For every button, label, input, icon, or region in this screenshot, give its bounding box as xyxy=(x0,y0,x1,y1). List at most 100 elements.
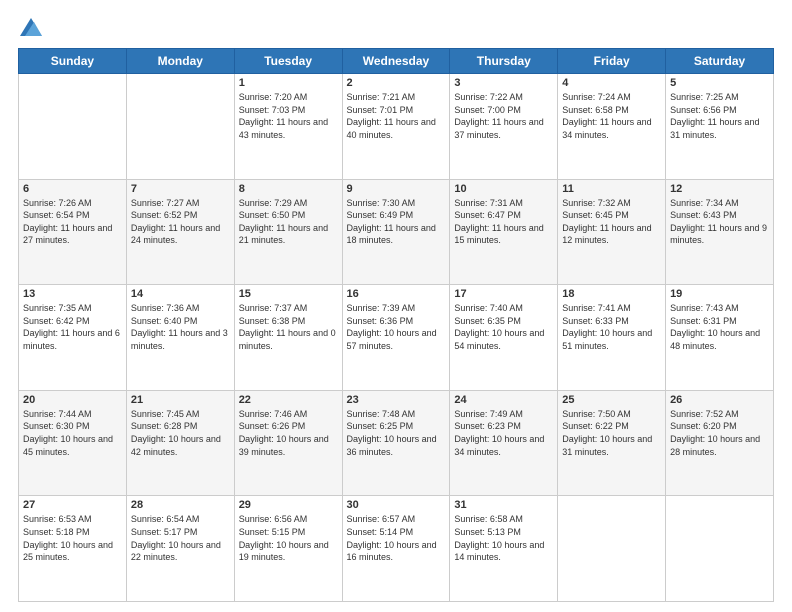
cell-content: Sunrise: 7:49 AM Sunset: 6:23 PM Dayligh… xyxy=(454,408,553,458)
day-number: 6 xyxy=(23,183,122,195)
calendar-cell: 11 Sunrise: 7:32 AM Sunset: 6:45 PM Dayli… xyxy=(558,179,666,285)
day-number: 17 xyxy=(454,288,553,300)
page-header xyxy=(18,18,774,38)
logo xyxy=(18,18,42,38)
cell-content: Sunrise: 7:32 AM Sunset: 6:45 PM Dayligh… xyxy=(562,197,661,247)
calendar-cell: 2 Sunrise: 7:21 AM Sunset: 7:01 PM Daylig… xyxy=(342,74,450,180)
day-number: 9 xyxy=(347,183,446,195)
day-number: 10 xyxy=(454,183,553,195)
calendar-cell: 6 Sunrise: 7:26 AM Sunset: 6:54 PM Daylig… xyxy=(19,179,127,285)
weekday-header-wednesday: Wednesday xyxy=(342,49,450,74)
calendar-cell: 18Sunrise: 7:41 AM Sunset: 6:33 PM Dayli… xyxy=(558,285,666,391)
cell-content: Sunrise: 7:21 AM Sunset: 7:01 PM Dayligh… xyxy=(347,91,446,141)
cell-content: Sunrise: 7:29 AM Sunset: 6:50 PM Dayligh… xyxy=(239,197,338,247)
day-number: 29 xyxy=(239,499,338,511)
day-number: 1 xyxy=(239,77,338,89)
cell-content: Sunrise: 7:25 AM Sunset: 6:56 PM Dayligh… xyxy=(670,91,769,141)
calendar-cell: 24 Sunrise: 7:49 AM Sunset: 6:23 PM Dayli… xyxy=(450,390,558,496)
cell-content: Sunrise: 7:46 AM Sunset: 6:26 PM Dayligh… xyxy=(239,408,338,458)
cell-content: Sunrise: 7:52 AM Sunset: 6:20 PM Dayligh… xyxy=(670,408,769,458)
logo-icon xyxy=(20,18,42,36)
day-number: 20 xyxy=(23,394,122,406)
weekday-header-monday: Monday xyxy=(126,49,234,74)
day-number: 11 xyxy=(562,183,661,195)
calendar-cell: 12 Sunrise: 7:34 AM Sunset: 6:43 PM Dayli… xyxy=(666,179,774,285)
cell-content: Sunrise: 6:57 AM Sunset: 5:14 PM Dayligh… xyxy=(347,513,446,563)
day-number: 23 xyxy=(347,394,446,406)
calendar-cell: 29 Sunrise: 6:56 AM Sunset: 5:15 PM Dayli… xyxy=(234,496,342,602)
cell-content: Sunrise: 7:40 AM Sunset: 6:35 PM Dayligh… xyxy=(454,302,553,352)
cell-content: Sunrise: 7:34 AM Sunset: 6:43 PM Dayligh… xyxy=(670,197,769,247)
cell-content: Sunrise: 7:36 AM Sunset: 6:40 PM Dayligh… xyxy=(131,302,230,352)
calendar-cell: 15 Sunrise: 7:37 AM Sunset: 6:38 PM Dayli… xyxy=(234,285,342,391)
calendar-cell: 19 Sunrise: 7:43 AM Sunset: 6:31 PM Dayli… xyxy=(666,285,774,391)
calendar-table: SundayMondayTuesdayWednesdayThursdayFrid… xyxy=(18,48,774,602)
day-number: 5 xyxy=(670,77,769,89)
day-number: 30 xyxy=(347,499,446,511)
cell-content: Sunrise: 7:30 AM Sunset: 6:49 PM Dayligh… xyxy=(347,197,446,247)
cell-content: Sunrise: 7:44 AM Sunset: 6:30 PM Dayligh… xyxy=(23,408,122,458)
calendar-cell: 4 Sunrise: 7:24 AM Sunset: 6:58 PM Daylig… xyxy=(558,74,666,180)
weekday-header-thursday: Thursday xyxy=(450,49,558,74)
calendar-cell: 13Sunrise: 7:35 AM Sunset: 6:42 PM Dayli… xyxy=(19,285,127,391)
cell-content: Sunrise: 6:58 AM Sunset: 5:13 PM Dayligh… xyxy=(454,513,553,563)
cell-content: Sunrise: 7:45 AM Sunset: 6:28 PM Dayligh… xyxy=(131,408,230,458)
cell-content: Sunrise: 6:56 AM Sunset: 5:15 PM Dayligh… xyxy=(239,513,338,563)
cell-content: Sunrise: 6:54 AM Sunset: 5:17 PM Dayligh… xyxy=(131,513,230,563)
calendar-cell: 14 Sunrise: 7:36 AM Sunset: 6:40 PM Dayli… xyxy=(126,285,234,391)
calendar-cell: 21 Sunrise: 7:45 AM Sunset: 6:28 PM Dayli… xyxy=(126,390,234,496)
calendar-cell: 1 Sunrise: 7:20 AM Sunset: 7:03 PM Daylig… xyxy=(234,74,342,180)
calendar-cell: 27 Sunrise: 6:53 AM Sunset: 5:18 PM Dayli… xyxy=(19,496,127,602)
day-number: 28 xyxy=(131,499,230,511)
day-number: 25 xyxy=(562,394,661,406)
calendar-cell: 28 Sunrise: 6:54 AM Sunset: 5:17 PM Dayli… xyxy=(126,496,234,602)
day-number: 16 xyxy=(347,288,446,300)
calendar-cell: 5 Sunrise: 7:25 AM Sunset: 6:56 PM Daylig… xyxy=(666,74,774,180)
weekday-header-row: SundayMondayTuesdayWednesdayThursdayFrid… xyxy=(19,49,774,74)
cell-content: Sunrise: 7:37 AM Sunset: 6:38 PM Dayligh… xyxy=(239,302,338,352)
calendar-cell: 8Sunrise: 7:29 AM Sunset: 6:50 PM Daylig… xyxy=(234,179,342,285)
cell-content: Sunrise: 6:53 AM Sunset: 5:18 PM Dayligh… xyxy=(23,513,122,563)
calendar-cell: 3 Sunrise: 7:22 AM Sunset: 7:00 PM Daylig… xyxy=(450,74,558,180)
calendar-cell: 26 Sunrise: 7:52 AM Sunset: 6:20 PM Dayli… xyxy=(666,390,774,496)
day-number: 4 xyxy=(562,77,661,89)
calendar-cell: 20 Sunrise: 7:44 AM Sunset: 6:30 PM Dayli… xyxy=(19,390,127,496)
calendar-cell xyxy=(126,74,234,180)
calendar-week-1: 1 Sunrise: 7:20 AM Sunset: 7:03 PM Daylig… xyxy=(19,74,774,180)
cell-content: Sunrise: 7:20 AM Sunset: 7:03 PM Dayligh… xyxy=(239,91,338,141)
calendar-cell: 10Sunrise: 7:31 AM Sunset: 6:47 PM Dayli… xyxy=(450,179,558,285)
day-number: 3 xyxy=(454,77,553,89)
day-number: 22 xyxy=(239,394,338,406)
cell-content: Sunrise: 7:50 AM Sunset: 6:22 PM Dayligh… xyxy=(562,408,661,458)
calendar-cell xyxy=(19,74,127,180)
day-number: 14 xyxy=(131,288,230,300)
day-number: 26 xyxy=(670,394,769,406)
cell-content: Sunrise: 7:26 AM Sunset: 6:54 PM Dayligh… xyxy=(23,197,122,247)
day-number: 15 xyxy=(239,288,338,300)
day-number: 19 xyxy=(670,288,769,300)
calendar-week-3: 13Sunrise: 7:35 AM Sunset: 6:42 PM Dayli… xyxy=(19,285,774,391)
day-number: 13 xyxy=(23,288,122,300)
cell-content: Sunrise: 7:27 AM Sunset: 6:52 PM Dayligh… xyxy=(131,197,230,247)
day-number: 31 xyxy=(454,499,553,511)
day-number: 24 xyxy=(454,394,553,406)
calendar-week-5: 27 Sunrise: 6:53 AM Sunset: 5:18 PM Dayli… xyxy=(19,496,774,602)
calendar-cell: 25 Sunrise: 7:50 AM Sunset: 6:22 PM Dayli… xyxy=(558,390,666,496)
cell-content: Sunrise: 7:22 AM Sunset: 7:00 PM Dayligh… xyxy=(454,91,553,141)
calendar-week-2: 6 Sunrise: 7:26 AM Sunset: 6:54 PM Daylig… xyxy=(19,179,774,285)
day-number: 21 xyxy=(131,394,230,406)
day-number: 2 xyxy=(347,77,446,89)
day-number: 27 xyxy=(23,499,122,511)
calendar-cell: 31 Sunrise: 6:58 AM Sunset: 5:13 PM Dayli… xyxy=(450,496,558,602)
cell-content: Sunrise: 7:43 AM Sunset: 6:31 PM Dayligh… xyxy=(670,302,769,352)
weekday-header-saturday: Saturday xyxy=(666,49,774,74)
cell-content: Sunrise: 7:39 AM Sunset: 6:36 PM Dayligh… xyxy=(347,302,446,352)
calendar-cell: 30 Sunrise: 6:57 AM Sunset: 5:14 PM Dayli… xyxy=(342,496,450,602)
cell-content: Sunrise: 7:24 AM Sunset: 6:58 PM Dayligh… xyxy=(562,91,661,141)
calendar-cell: 9 Sunrise: 7:30 AM Sunset: 6:49 PM Daylig… xyxy=(342,179,450,285)
calendar-cell: 22 Sunrise: 7:46 AM Sunset: 6:26 PM Dayli… xyxy=(234,390,342,496)
calendar-week-4: 20 Sunrise: 7:44 AM Sunset: 6:30 PM Dayli… xyxy=(19,390,774,496)
day-number: 18 xyxy=(562,288,661,300)
calendar-cell: 16 Sunrise: 7:39 AM Sunset: 6:36 PM Dayli… xyxy=(342,285,450,391)
day-number: 12 xyxy=(670,183,769,195)
